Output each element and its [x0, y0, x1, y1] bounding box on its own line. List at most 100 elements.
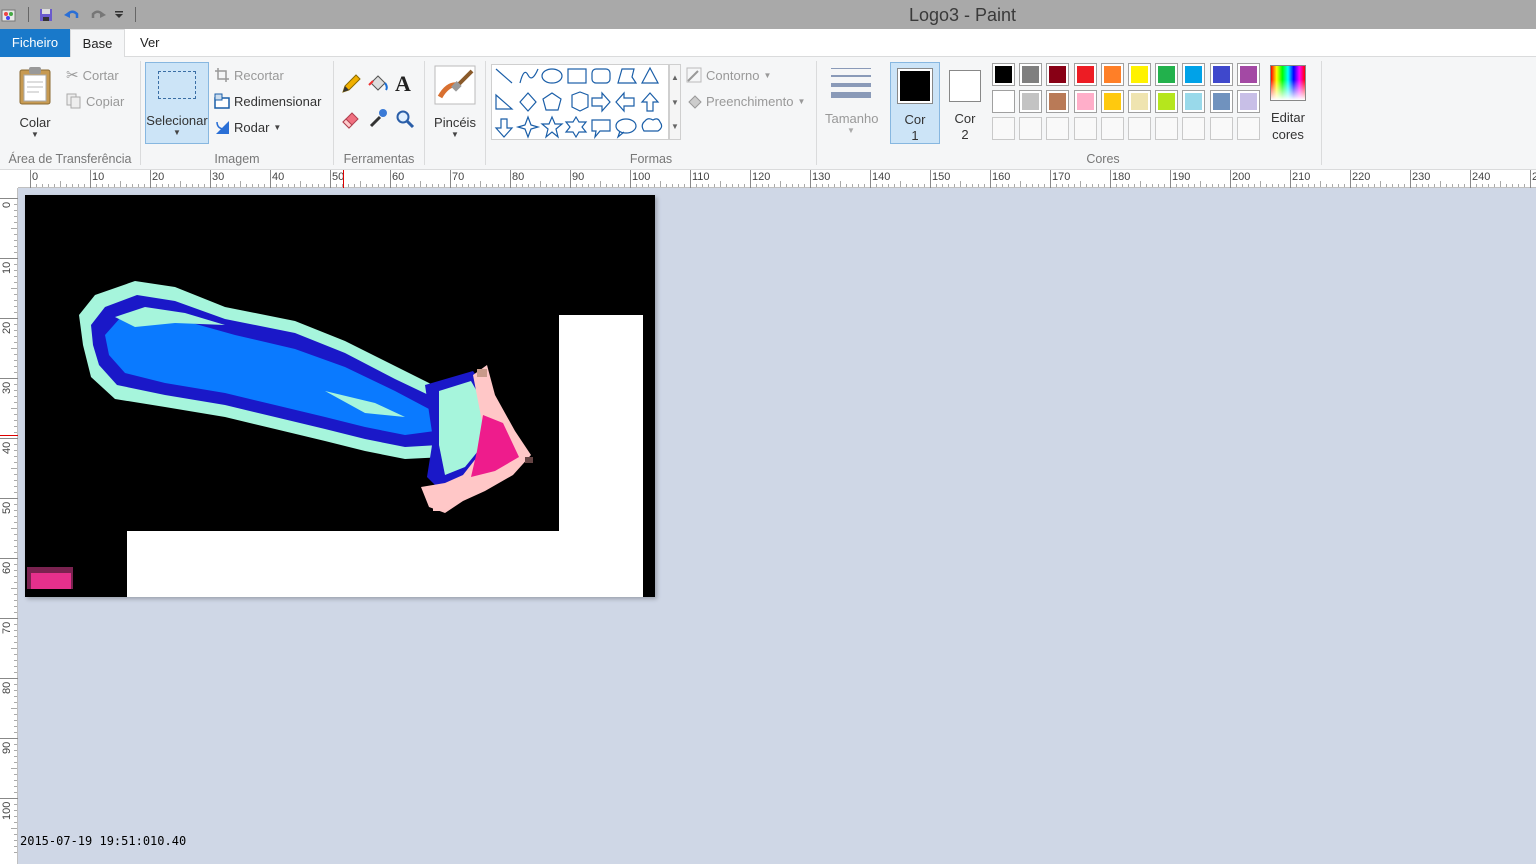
cut-button[interactable]: ✂ Cortar: [66, 64, 119, 86]
up-arrow-shape-icon[interactable]: [640, 92, 660, 112]
color2-button[interactable]: Cor 2: [943, 62, 987, 144]
fill-button[interactable]: Preenchimento ▼: [686, 90, 805, 112]
rounded-rectangle-shape-icon[interactable]: [591, 68, 611, 84]
palette-swatch[interactable]: [1019, 63, 1043, 86]
palette-swatch[interactable]: [1155, 90, 1179, 113]
select-button[interactable]: Selecionar ▼: [145, 62, 209, 144]
palette-swatch[interactable]: [1019, 90, 1043, 113]
group-colors: Cor 1 Cor 2 Editar cores Cores: [885, 57, 1321, 170]
palette-swatch[interactable]: [1209, 90, 1233, 113]
hexagon-shape-icon[interactable]: [571, 91, 589, 112]
palette-empty-slot[interactable]: [1155, 117, 1179, 140]
palette-empty-slot[interactable]: [1073, 117, 1097, 140]
resize-button[interactable]: Redimensionar: [214, 90, 321, 112]
palette-swatch[interactable]: [1073, 63, 1097, 86]
resize-icon: [214, 93, 230, 109]
palette-empty-slot[interactable]: [1019, 117, 1043, 140]
palette-swatch[interactable]: [1128, 90, 1151, 113]
clipboard-icon: [19, 67, 51, 105]
palette-swatch[interactable]: [1236, 90, 1260, 113]
fill-dropdown-icon: ▼: [797, 96, 806, 106]
ruler-h-tick-label: 30: [212, 171, 225, 183]
vertical-ruler: 0 10 20 30 40 50 60 70 80 90 100: [0, 188, 18, 864]
palette-empty-slot[interactable]: [1100, 117, 1124, 140]
color-picker-icon[interactable]: [367, 107, 389, 132]
copy-button[interactable]: Copiar: [66, 90, 124, 112]
magnifier-icon[interactable]: [395, 109, 415, 132]
four-point-star-shape-icon[interactable]: [515, 115, 541, 139]
palette-empty-slot[interactable]: [992, 117, 1015, 140]
palette-empty-slot[interactable]: [1046, 117, 1070, 140]
palette-empty-slot[interactable]: [1182, 117, 1206, 140]
color1-button[interactable]: Cor 1: [890, 62, 940, 144]
palette-swatch[interactable]: [1182, 90, 1206, 113]
pencil-icon[interactable]: [340, 73, 362, 98]
tab-home[interactable]: Base: [70, 29, 125, 58]
tab-view[interactable]: Ver: [128, 29, 172, 57]
edit-colors-button[interactable]: Editar cores: [1265, 65, 1311, 143]
group-clipboard: Colar ▼ ✂ Cortar Copiar Área de Transfer…: [0, 57, 140, 170]
color1-swatch: [900, 71, 930, 101]
paste-button[interactable]: Colar ▼: [10, 63, 60, 143]
size-button[interactable]: Tamanho ▼: [825, 65, 878, 135]
scissors-icon: ✂: [66, 67, 79, 84]
rotate-button[interactable]: Rodar ▼: [214, 116, 281, 138]
expand-gallery-icon[interactable]: ▼: [670, 115, 680, 139]
palette-swatch[interactable]: [1046, 63, 1070, 86]
line-shape-icon[interactable]: [495, 68, 513, 84]
palette-swatch[interactable]: [1155, 63, 1179, 86]
polygon-shape-icon[interactable]: [617, 68, 638, 84]
scroll-down-icon[interactable]: ▼: [670, 90, 680, 115]
palette-empty-slot[interactable]: [1128, 117, 1151, 140]
text-tool-icon[interactable]: A: [395, 71, 411, 97]
group-brushes: Pincéis ▼: [425, 57, 485, 170]
brushes-button[interactable]: Pincéis ▼: [433, 65, 477, 139]
crop-button[interactable]: Recortar: [214, 64, 284, 86]
diamond-shape-icon[interactable]: [519, 92, 537, 112]
triangle-shape-icon[interactable]: [641, 66, 659, 84]
ruler-h-tick-label: 80: [512, 171, 525, 183]
palette-swatch[interactable]: [1100, 63, 1124, 86]
palette-swatch[interactable]: [992, 63, 1015, 86]
six-point-star-shape-icon[interactable]: [564, 115, 588, 139]
cloud-callout-shape-icon[interactable]: [641, 118, 663, 132]
palette-empty-slot[interactable]: [1209, 117, 1233, 140]
outline-button[interactable]: Contorno ▼: [686, 64, 771, 86]
palette-empty-slot[interactable]: [1236, 117, 1260, 140]
pentagon-shape-icon[interactable]: [542, 92, 562, 111]
left-arrow-shape-icon[interactable]: [615, 91, 635, 113]
palette-swatch[interactable]: [1128, 63, 1151, 86]
shapes-scroll[interactable]: ▲ ▼ ▼: [669, 64, 681, 140]
rectangle-shape-icon[interactable]: [567, 68, 587, 84]
group-shapes: ▲ ▼ ▼ Contorno ▼ Preenchimento ▼ Formas: [486, 57, 816, 170]
brushes-dropdown-icon: ▼: [451, 130, 459, 139]
palette-swatch[interactable]: [992, 90, 1015, 113]
right-triangle-shape-icon[interactable]: [495, 93, 514, 110]
palette-swatch[interactable]: [1100, 90, 1124, 113]
group-image: Selecionar ▼ Recortar Redimensionar Roda…: [141, 57, 333, 170]
rounded-callout-shape-icon[interactable]: [591, 119, 611, 140]
copy-label: Copiar: [86, 93, 125, 109]
down-arrow-shape-icon[interactable]: [494, 118, 514, 138]
oval-shape-icon[interactable]: [541, 68, 563, 84]
drawing-canvas[interactable]: [25, 195, 655, 597]
palette-swatch[interactable]: [1236, 63, 1260, 86]
size-dropdown-icon: ▼: [847, 126, 855, 135]
pixel-sword-artwork: [27, 281, 643, 597]
palette-swatch[interactable]: [1046, 90, 1070, 113]
fill-bucket-icon[interactable]: [367, 73, 389, 98]
curve-shape-icon[interactable]: [519, 68, 539, 84]
eraser-icon[interactable]: [340, 107, 362, 132]
canvas-workspace[interactable]: [19, 188, 1536, 864]
scroll-up-icon[interactable]: ▲: [670, 65, 680, 90]
oval-callout-shape-icon[interactable]: [615, 118, 637, 139]
color1-number: 1: [911, 128, 919, 143]
palette-swatch[interactable]: [1209, 63, 1233, 86]
tab-file[interactable]: Ficheiro: [0, 29, 70, 57]
palette-swatch[interactable]: [1182, 63, 1206, 86]
right-arrow-shape-icon[interactable]: [591, 91, 611, 113]
palette-swatch[interactable]: [1073, 90, 1097, 113]
ruler-h-tick-label: 0: [32, 171, 39, 183]
fill-label: Preenchimento: [706, 93, 794, 109]
five-point-star-shape-icon[interactable]: [540, 115, 564, 139]
